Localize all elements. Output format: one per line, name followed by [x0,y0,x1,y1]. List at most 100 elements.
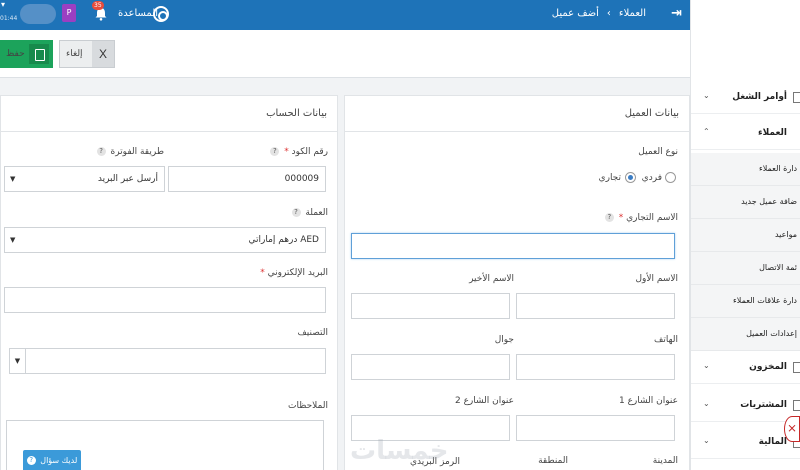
mobile-input[interactable] [351,354,510,380]
business-name-label: الاسم التجاري [626,213,678,223]
notes-label: الملاحظات [288,401,328,411]
menu-caret-icon[interactable]: ▾ [1,0,5,9]
pdf-icon[interactable] [784,416,800,442]
category-select[interactable]: ▼ [9,348,326,374]
sidebar-sub-label: مواعيد [774,230,797,239]
sidebar-purchases-label: المشتريات [740,400,787,410]
cancel-button[interactable]: إلغاء X [59,40,115,68]
cart-icon [793,400,800,411]
code-label-wrap: رقم الكود * ? [270,147,328,157]
email-input[interactable] [4,287,326,313]
account-panel-title: بيانات الحساب [1,96,337,132]
save-label: حفظ [6,48,25,58]
cancel-label: إلغاء [66,48,83,58]
invoice-method-select[interactable]: أرسل عبر البريد ▼ [4,166,165,192]
sidebar-item-clients[interactable]: العملاء ⌃ [691,118,800,150]
collapse-sidebar-icon[interactable]: ⇥ [671,6,682,21]
chevron-down-icon: ⌄ [703,361,710,370]
top-bar: ▾ 01:44 P 35 المساعدة العملاء›أضف عميل ⇥ [0,0,690,30]
sidebar-sub-label: دارة علاقات العملاء [733,296,797,305]
chevron-down-icon: ▼ [10,349,26,373]
sidebar-sub-label: دارة العملاء [758,164,797,173]
sidebar-sub-add-client[interactable]: ضافة عميل جديد [691,186,800,219]
currency-label: العملة [305,208,328,218]
breadcrumb: العملاء › أضف عميل [548,8,650,19]
radio-business-label: تجاري [598,173,621,183]
action-bar: حفظ إلغاء X [0,30,690,78]
currency-select[interactable]: AED درهم إماراتي ▼ [4,227,326,253]
sidebar-sub-client-settings[interactable]: إعدادات العميل [691,318,800,351]
help-question-icon[interactable]: ? [604,213,614,222]
phone-label: الهاتف [654,335,678,345]
street1-input[interactable] [516,415,675,441]
clipboard-icon [793,92,800,103]
clock-time: 01:44 [0,15,18,22]
street1-label: عنوان الشارع 1 [618,396,678,406]
question-icon: ? [26,456,36,465]
first-name-label: الاسم الأول [635,274,678,284]
email-label: البريد الإلكتروني [267,268,328,278]
help-question-icon[interactable]: ? [270,147,280,156]
currency-label-wrap: العملة ? [291,208,328,218]
sidebar-finance-label: المالية [758,437,787,447]
business-name-input[interactable] [351,233,675,259]
first-name-input[interactable] [516,293,675,319]
category-label: التصنيف [297,328,328,338]
phone-input[interactable] [516,354,675,380]
client-panel-title: بيانات العميل [345,96,689,132]
breadcrumb-current: أضف عميل [551,8,599,19]
sidebar-item-purchases[interactable]: المشتريات ⌄ [691,390,800,422]
sidebar-sub-label: ضافة عميل جديد [741,197,797,206]
sidebar-sub-contact-list[interactable]: ئمة الاتصال [691,252,800,285]
notification-count: 35 [92,1,104,10]
sidebar-sub-label: ئمة الاتصال [759,263,797,272]
radio-individual-label: فردي [641,173,662,183]
chevron-down-icon: ⌄ [703,436,710,445]
invoice-method-value: أرسل عبر البريد [97,174,158,184]
business-name-label-wrap: الاسم التجاري * ? [604,213,678,223]
ask-question-label: لديك سؤال [40,456,78,465]
invoice-method-label-wrap: طريقة الفوترة ? [96,147,164,157]
sidebar: أوامر الشغل ⌄ العملاء ⌃ دارة العملاء ضاف… [690,0,800,470]
radio-business[interactable] [625,172,636,183]
sidebar-work-orders-label: أوامر الشغل [732,92,787,102]
user-initial-badge[interactable]: P [62,4,76,22]
close-icon: X [92,41,114,67]
street2-label: عنوان الشارع 2 [454,396,514,406]
box-icon [793,362,800,373]
sidebar-sub-appointments[interactable]: مواعيد [691,219,800,252]
currency-value: AED درهم إماراتي [248,235,319,245]
code-label: رقم الكود [291,147,328,157]
client-type-label: نوع العميل [638,147,678,157]
help-question-icon[interactable]: ? [96,147,106,156]
floppy-icon [29,44,49,64]
region-label: المنطقة [538,456,568,466]
email-label-wrap: البريد الإلكتروني * [260,268,328,278]
sidebar-clients-label: العملاء [757,128,787,138]
chevron-down-icon: ▼ [10,236,16,244]
sidebar-sub-label: إعدادات العميل [746,329,797,338]
chevron-down-icon: ⌄ [703,91,710,100]
chevron-down-icon: ⌄ [703,399,710,408]
breadcrumb-clients[interactable]: العملاء [619,8,646,19]
watermark: خمسات [350,436,449,466]
user-avatar[interactable] [20,4,56,24]
help-question-icon[interactable]: ? [291,208,301,217]
save-button[interactable]: حفظ [0,40,53,68]
code-input[interactable]: 000009 [168,166,326,192]
ask-question-button[interactable]: ? لديك سؤال [23,450,81,470]
last-name-label: الاسم الأخير [469,274,514,284]
sidebar-sub-crm[interactable]: دارة علاقات العملاء [691,285,800,318]
sidebar-inventory-label: المخزون [749,362,787,372]
chevron-down-icon: ▼ [10,175,16,183]
sidebar-item-inventory[interactable]: المخزون ⌄ [691,352,800,384]
lifebuoy-icon[interactable] [153,6,169,22]
invoice-method-label: طريقة الفوترة [110,147,164,157]
chevron-up-icon: ⌃ [703,127,710,136]
city-label: المدينة [652,456,678,466]
radio-individual[interactable] [665,172,676,183]
sidebar-item-work-orders[interactable]: أوامر الشغل ⌄ [691,82,800,114]
mobile-label: جوال [494,335,514,345]
sidebar-sub-manage-clients[interactable]: دارة العملاء [691,153,800,186]
last-name-input[interactable] [351,293,510,319]
